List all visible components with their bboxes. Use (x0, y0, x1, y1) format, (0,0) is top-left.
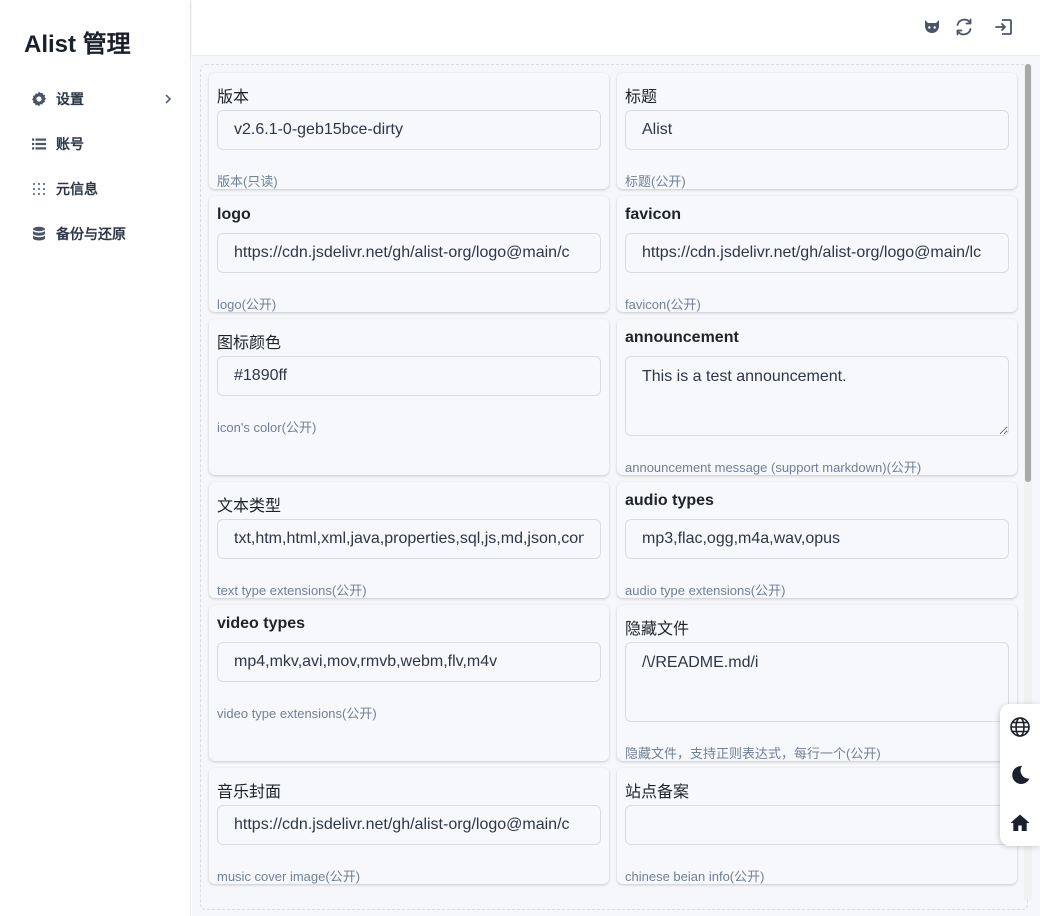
moon-icon[interactable] (1008, 763, 1032, 787)
scrollbar-thumb[interactable] (1025, 64, 1031, 482)
setting-help: icon's color(公开) (217, 420, 317, 435)
logo-field[interactable] (217, 233, 601, 273)
sidebar-item-label: 账号 (56, 136, 84, 152)
setting-help: logo(公开) (217, 297, 277, 312)
text-types-field[interactable] (217, 519, 601, 559)
list-icon (30, 135, 48, 153)
favicon-field[interactable] (625, 233, 1009, 273)
app-title: Alist 管理 (24, 31, 131, 58)
setting-card-logo: logo logo(公开) (209, 196, 609, 312)
sidebar-item-accounts[interactable]: 账号 (30, 129, 175, 159)
setting-card-text-types: 文本类型 text type extensions(公开) (209, 482, 609, 598)
setting-help: music cover image(公开) (217, 869, 361, 884)
setting-label: favicon (625, 206, 682, 223)
settings-content: 版本 版本(只读) 标题 标题(公开) logo logo(公开) favico… (192, 56, 1040, 916)
setting-card-title: 标题 标题(公开) (617, 73, 1017, 189)
sidebar-item-label: 备份与还原 (56, 226, 126, 242)
sidebar-item-settings[interactable]: 设置 (30, 84, 175, 114)
music-cover-field[interactable] (217, 805, 601, 845)
hide-files-textarea[interactable]: /\/README.md/i (625, 642, 1009, 722)
setting-help: video type extensions(公开) (217, 706, 377, 721)
setting-help: audio type extensions(公开) (625, 583, 786, 598)
refresh-icon[interactable] (951, 14, 977, 40)
gear-icon (30, 90, 48, 108)
setting-card-version: 版本 版本(只读) (209, 73, 609, 189)
setting-label: announcement (625, 329, 739, 346)
home-icon[interactable] (1008, 811, 1032, 835)
sidebar: Alist 管理 设置 账号 元信息 备份与还原 (0, 0, 191, 916)
floating-toolbar (1000, 704, 1040, 846)
setting-label: 音乐封面 (217, 784, 282, 801)
video-types-field[interactable] (217, 642, 601, 682)
setting-card-hide-files: 隐藏文件 /\/README.md/i 隐藏文件，支持正则表达式，每行一个(公开… (617, 605, 1017, 761)
setting-card-audio-types: audio types audio type extensions(公开) (617, 482, 1017, 598)
setting-card-favicon: favicon favicon(公开) (617, 196, 1017, 312)
setting-card-video-types: video types video type extensions(公开) (209, 605, 609, 761)
sidebar-item-label: 元信息 (56, 181, 98, 197)
setting-card-icon-color: 图标颜色 icon's color(公开) (209, 319, 609, 475)
setting-help: 版本(只读) (217, 174, 278, 189)
sidebar-item-meta[interactable]: 元信息 (30, 174, 175, 204)
setting-card-announcement: announcement This is a test announcement… (617, 319, 1017, 475)
setting-help: text type extensions(公开) (217, 583, 367, 598)
icon-color-field[interactable] (217, 356, 601, 396)
setting-label: video types (217, 615, 306, 632)
beian-field[interactable] (625, 805, 1009, 845)
setting-help: announcement message (support markdown)(… (625, 460, 922, 475)
chevron-right-icon (161, 92, 175, 106)
setting-label: 版本 (217, 89, 250, 106)
setting-label: 图标颜色 (217, 335, 282, 352)
announcement-textarea[interactable]: This is a test announcement. (625, 356, 1009, 436)
setting-label: 文本类型 (217, 498, 282, 515)
globe-icon[interactable] (1008, 715, 1032, 739)
sidebar-item-label: 设置 (56, 91, 84, 107)
setting-card-music-cover: 音乐封面 music cover image(公开) (209, 768, 609, 884)
setting-help: favicon(公开) (625, 297, 701, 312)
meta-grid-icon (30, 180, 48, 198)
setting-label: audio types (625, 492, 714, 509)
setting-help: chinese beian info(公开) (625, 869, 765, 884)
setting-label: 站点备案 (625, 784, 690, 801)
audio-types-field[interactable] (625, 519, 1009, 559)
sidebar-item-backup-restore[interactable]: 备份与还原 (30, 219, 175, 249)
version-field[interactable] (217, 110, 601, 150)
setting-label: logo (217, 206, 251, 223)
logout-icon[interactable] (991, 14, 1017, 40)
setting-label: 隐藏文件 (625, 621, 690, 638)
setting-card-beian: 站点备案 chinese beian info(公开) (617, 768, 1017, 884)
database-icon (30, 225, 48, 243)
github-icon[interactable] (919, 14, 945, 40)
setting-help: 隐藏文件，支持正则表达式，每行一个(公开) (625, 746, 881, 761)
setting-label: 标题 (625, 89, 658, 106)
setting-help: 标题(公开) (625, 174, 686, 189)
top-bar (192, 0, 1040, 56)
settings-panel: 版本 版本(只读) 标题 标题(公开) logo logo(公开) favico… (200, 64, 1028, 910)
title-field[interactable] (625, 110, 1009, 150)
